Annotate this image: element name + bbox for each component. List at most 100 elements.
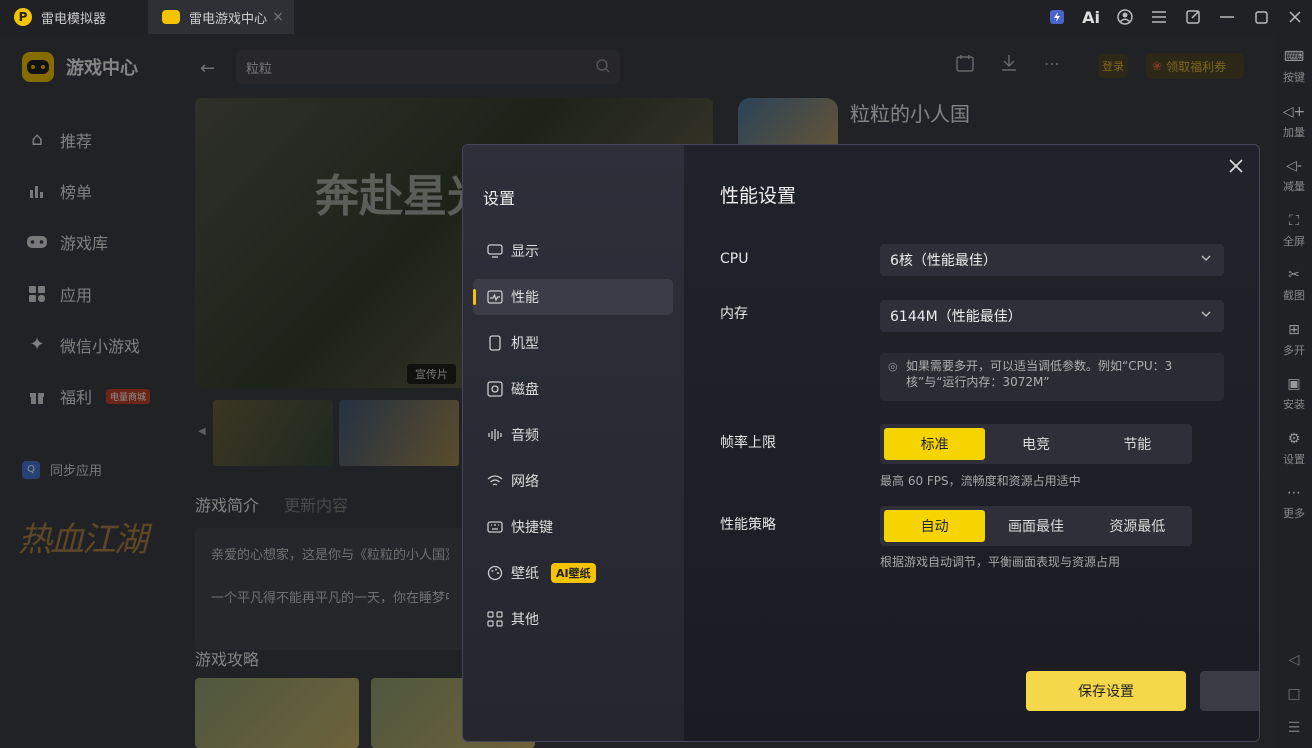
memory-label: 内存 <box>720 306 748 322</box>
close-icon[interactable] <box>1229 159 1243 173</box>
menu-label: 性能 <box>511 290 539 306</box>
cancel-button[interactable]: 取消 <box>1200 671 1259 711</box>
strategy-option-auto[interactable]: 自动 <box>884 510 986 542</box>
toolbar-label: 更多 <box>1283 507 1305 521</box>
tab-close-icon[interactable]: × <box>272 9 284 25</box>
maximize-icon[interactable] <box>1244 0 1278 34</box>
menu-label: 机型 <box>511 336 539 352</box>
toolbar-multi[interactable]: ⊞ 多开 <box>1283 313 1305 368</box>
ldplayer-logo-icon: P <box>14 8 32 26</box>
right-toolbar: ⌨ 按键 ◁+ 加量 ◁- 减量 ⛶ 全屏 ✂ 截图 ⊞ 多开 ▣ 安装 ⚙ 设置 ⋯ 更多 ◁ … <box>1276 34 1312 748</box>
android-nav: ◁ □ ☰ <box>1276 652 1312 748</box>
menu-label: 磁盘 <box>511 382 539 398</box>
menu-device-model[interactable]: 机型 <box>473 325 673 361</box>
tab-ldplayer[interactable]: P 雷电模拟器 <box>0 0 148 34</box>
memory-select[interactable]: 6144M（性能最佳） <box>880 300 1224 332</box>
keyboard-icon <box>487 519 503 535</box>
chevron-down-icon <box>1200 308 1212 320</box>
fps-option-esports[interactable]: 电竞 <box>985 428 1086 460</box>
fps-option-standard[interactable]: 标准 <box>884 428 986 460</box>
ai-icon[interactable]: Ai <box>1074 0 1108 34</box>
save-button[interactable]: 保存设置 <box>1026 671 1186 711</box>
toolbar-label: 全屏 <box>1283 234 1305 248</box>
strategy-option-quality[interactable]: 画面最佳 <box>985 510 1086 542</box>
memory-value: 6144M（性能最佳） <box>890 309 1022 325</box>
settings-menu: 显示 性能 机型 磁盘 音频 网络 快捷键 壁纸 AI壁纸 其他 <box>473 233 673 647</box>
settings-content: 性能设置 CPU 6核（性能最佳） 内存 6144M（性能最佳） ◎ 如果需要多… <box>684 145 1259 741</box>
home-icon[interactable]: □ <box>1287 686 1300 702</box>
toolbar-label: 多开 <box>1283 343 1305 357</box>
strategy-label: 性能策略 <box>720 517 776 533</box>
toolbar-volume-up[interactable]: ◁+ 加量 <box>1283 95 1306 150</box>
settings-sidebar: 设置 显示 性能 机型 磁盘 音频 网络 快捷键 壁纸 AI壁纸 其他 <box>463 145 684 741</box>
toolbar-screenshot[interactable]: ✂ 截图 <box>1283 258 1305 313</box>
monitor-icon <box>487 243 503 259</box>
grid-icon <box>487 611 503 627</box>
menu-shortcuts[interactable]: 快捷键 <box>473 509 673 545</box>
volume-up-icon: ◁+ <box>1282 103 1306 120</box>
menu-wallpaper[interactable]: 壁纸 AI壁纸 <box>473 555 673 591</box>
audio-icon <box>487 427 503 443</box>
recents-icon[interactable]: ☰ <box>1288 720 1301 736</box>
toolbar-keymap[interactable]: ⌨ 按键 <box>1283 40 1305 95</box>
menu-disk[interactable]: 磁盘 <box>473 371 673 407</box>
toolbar-volume-down[interactable]: ◁- 减量 <box>1283 149 1305 204</box>
chevron-down-icon <box>1200 252 1212 264</box>
close-icon[interactable] <box>1278 0 1312 34</box>
fps-option-eco[interactable]: 节能 <box>1087 428 1188 460</box>
fps-segmented: 标准 电竞 节能 <box>880 424 1192 464</box>
toolbar-settings[interactable]: ⚙ 设置 <box>1283 422 1305 477</box>
toolbar-label: 安装 <box>1283 398 1305 412</box>
external-icon[interactable] <box>1176 0 1210 34</box>
back-icon[interactable]: ◁ <box>1289 652 1300 668</box>
toolbar-fullscreen[interactable]: ⛶ 全屏 <box>1283 204 1305 259</box>
phone-icon <box>487 335 503 351</box>
menu-other[interactable]: 其他 <box>473 601 673 637</box>
menu-label: 显示 <box>511 244 539 260</box>
settings-title: 设置 <box>483 189 516 208</box>
cpu-select[interactable]: 6核（性能最佳） <box>880 244 1224 276</box>
menu-label: 其他 <box>511 612 539 628</box>
scissors-icon: ✂ <box>1288 267 1300 284</box>
menu-icon[interactable] <box>1142 0 1176 34</box>
keyboard-icon: ⌨ <box>1283 49 1305 66</box>
toolbar-more[interactable]: ⋯ 更多 <box>1283 476 1305 531</box>
toolbar-label: 截图 <box>1283 289 1305 303</box>
more-icon: ⋯ <box>1287 485 1301 502</box>
fps-label: 帧率上限 <box>720 435 776 451</box>
turbo-icon[interactable] <box>1040 0 1074 34</box>
menu-display[interactable]: 显示 <box>473 233 673 269</box>
toolbar-label: 按键 <box>1283 71 1305 85</box>
tab-game-center[interactable]: 雷电游戏中心 × <box>148 0 294 34</box>
cpu-label: CPU <box>720 251 749 267</box>
menu-audio[interactable]: 音频 <box>473 417 673 453</box>
tab-label: 雷电游戏中心 <box>189 11 268 27</box>
settings-dialog: 设置 显示 性能 机型 磁盘 音频 网络 快捷键 壁纸 AI壁纸 其他 性能设置 … <box>462 144 1260 742</box>
toolbar-install[interactable]: ▣ 安装 <box>1283 367 1305 422</box>
strategy-hint: 根据游戏自动调节，平衡画面表现与资源占用 <box>880 555 1121 569</box>
wifi-icon <box>487 473 503 489</box>
multi-instance-icon: ⊞ <box>1288 321 1300 338</box>
fullscreen-icon: ⛶ <box>1289 212 1299 229</box>
toolbar-label: 减量 <box>1283 180 1305 194</box>
info-icon: ◎ <box>888 360 898 373</box>
minimize-icon[interactable] <box>1210 0 1244 34</box>
toolbar-label: 加量 <box>1283 125 1305 139</box>
toolbar-label: 设置 <box>1283 452 1305 466</box>
menu-performance[interactable]: 性能 <box>473 279 673 315</box>
strategy-option-low[interactable]: 资源最低 <box>1087 510 1188 542</box>
ai-label: Ai <box>1082 7 1100 27</box>
menu-label: 网络 <box>511 474 539 490</box>
user-icon[interactable] <box>1108 0 1142 34</box>
install-icon: ▣ <box>1287 376 1301 393</box>
menu-network[interactable]: 网络 <box>473 463 673 499</box>
volume-down-icon: ◁- <box>1286 158 1302 175</box>
gear-icon: ⚙ <box>1287 430 1301 447</box>
title-bar: P 雷电模拟器 雷电游戏中心 × Ai <box>0 0 1312 34</box>
palette-icon <box>487 565 503 581</box>
menu-label: 壁纸 <box>511 566 539 582</box>
cpu-value: 6核（性能最佳） <box>890 253 997 269</box>
performance-icon <box>487 289 503 305</box>
gamepad-icon <box>162 10 180 24</box>
ai-wallpaper-badge: AI壁纸 <box>551 563 596 583</box>
